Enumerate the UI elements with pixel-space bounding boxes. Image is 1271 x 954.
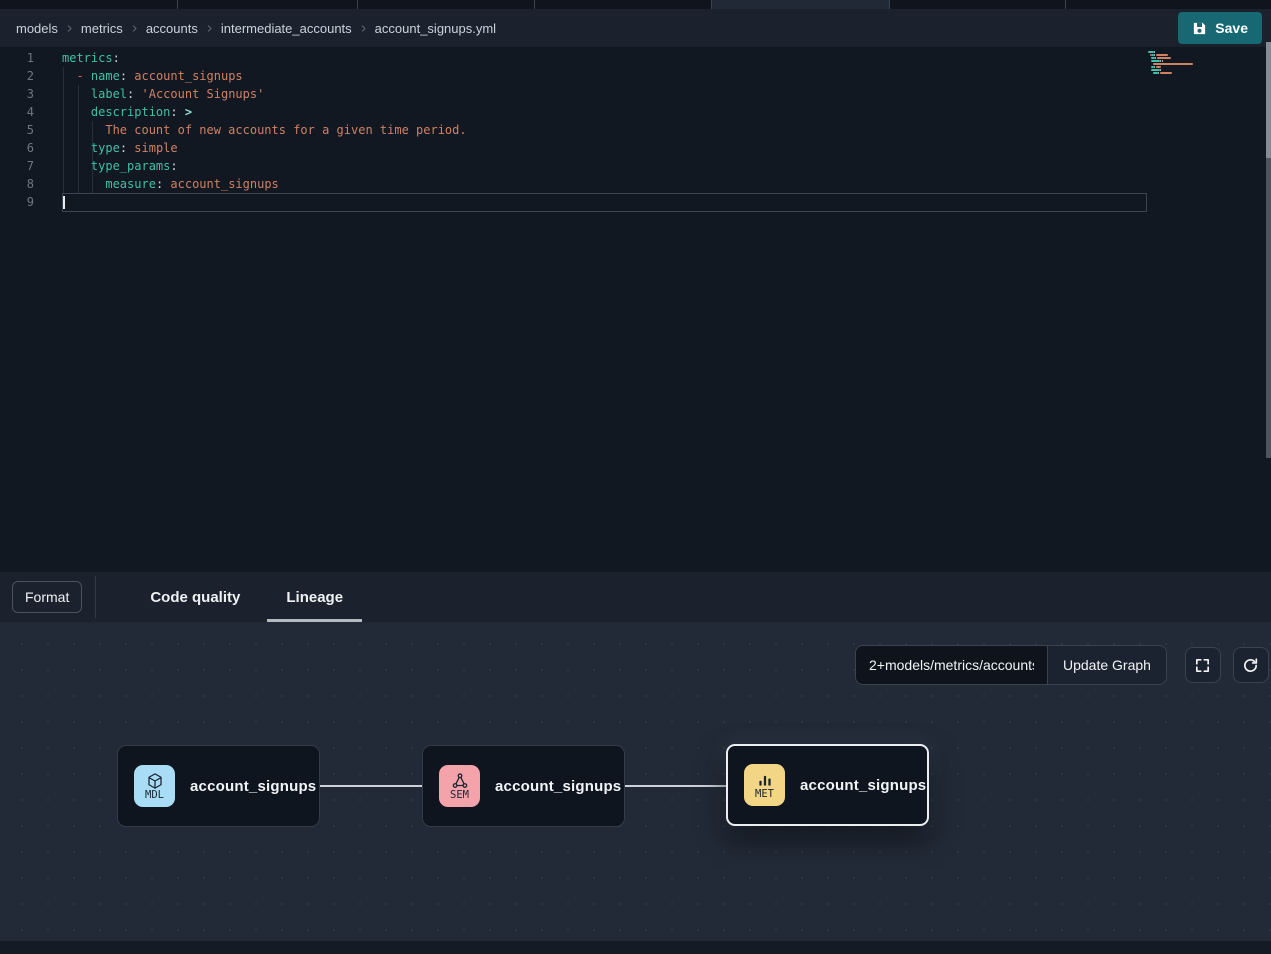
lineage-node-semantic_model[interactable]: SEM account_signups bbox=[422, 745, 625, 827]
file-tab[interactable] bbox=[0, 0, 178, 9]
tab-lineage[interactable]: Lineage bbox=[265, 572, 364, 622]
code-line[interactable]: 6 type: simple bbox=[0, 139, 1271, 157]
lineage-node-model[interactable]: MDL account_signups bbox=[117, 745, 320, 827]
code-line[interactable]: 3 label: 'Account Signups' bbox=[0, 85, 1271, 103]
format-button[interactable]: Format bbox=[12, 581, 82, 613]
code-text: label: 'Account Signups' bbox=[62, 85, 264, 103]
node-badge: SEM bbox=[439, 765, 480, 807]
node-label: account_signups bbox=[495, 778, 621, 795]
lineage-toolbar: Update Graph bbox=[855, 645, 1269, 685]
code-line[interactable]: 2 - name: account_signups bbox=[0, 67, 1271, 85]
model-selector-input[interactable] bbox=[856, 646, 1047, 684]
line-number: 6 bbox=[0, 139, 34, 157]
save-button[interactable]: Save bbox=[1178, 12, 1262, 44]
lineage-edge bbox=[625, 785, 727, 787]
line-number: 5 bbox=[0, 121, 34, 139]
bottom-panel-tabs: Format Code qualityLineage bbox=[0, 572, 1271, 622]
node-label: account_signups bbox=[190, 778, 316, 795]
line-number: 8 bbox=[0, 175, 34, 193]
code-line[interactable]: 4 description: > bbox=[0, 103, 1271, 121]
code-line[interactable]: 5 The count of new accounts for a given … bbox=[0, 121, 1271, 139]
code-editor[interactable]: 1metrics:2 - name: account_signups3 labe… bbox=[0, 47, 1271, 572]
node-badge-label: SEM bbox=[450, 790, 469, 801]
breadcrumb-item: accounts bbox=[146, 21, 198, 36]
cube-icon bbox=[146, 772, 164, 790]
code-text: description: > bbox=[62, 103, 192, 121]
node-badge-label: MDL bbox=[145, 790, 164, 801]
panel-divider bbox=[95, 576, 96, 618]
text-cursor bbox=[63, 196, 65, 209]
code-text: metrics: bbox=[62, 49, 120, 67]
file-tab[interactable] bbox=[358, 0, 535, 9]
file-tab[interactable] bbox=[890, 0, 1066, 9]
breadcrumb-item: metrics bbox=[81, 21, 123, 36]
line-number: 9 bbox=[0, 193, 34, 211]
node-badge: MET bbox=[744, 764, 785, 806]
fullscreen-icon bbox=[1194, 657, 1211, 674]
save-icon bbox=[1192, 21, 1207, 36]
semantic-network-icon bbox=[451, 772, 469, 790]
editor-scrollbar[interactable] bbox=[1266, 42, 1271, 458]
lineage-canvas[interactable]: Update Graph MDLaccount_signupsSEMaccou bbox=[0, 622, 1271, 941]
file-tab-active[interactable] bbox=[712, 0, 890, 9]
selector-group: Update Graph bbox=[855, 645, 1167, 685]
code-line[interactable]: 7 type_params: bbox=[0, 157, 1271, 175]
chevron-right-icon bbox=[359, 24, 368, 33]
code-line[interactable]: 8 measure: account_signups bbox=[0, 175, 1271, 193]
breadcrumb-item: intermediate_accounts bbox=[221, 21, 352, 36]
chevron-right-icon bbox=[205, 24, 214, 33]
update-graph-button[interactable]: Update Graph bbox=[1047, 646, 1166, 684]
fullscreen-button[interactable] bbox=[1185, 647, 1221, 683]
file-tab[interactable] bbox=[178, 0, 358, 9]
active-line-highlight bbox=[62, 193, 1147, 212]
status-strip bbox=[0, 941, 1271, 954]
code-text: type_params: bbox=[62, 157, 178, 175]
panel-tab-list: Code qualityLineage bbox=[129, 572, 364, 622]
code-text: - name: account_signups bbox=[62, 67, 243, 85]
ide-screen: models metrics accounts intermediate_accoun… bbox=[0, 0, 1271, 954]
refresh-button[interactable] bbox=[1233, 647, 1269, 683]
node-label: account_signups bbox=[800, 777, 926, 794]
lineage-edge bbox=[320, 785, 422, 787]
code-text: The count of new accounts for a given ti… bbox=[62, 121, 467, 139]
breadcrumb-bar: models metrics accounts intermediate_accoun… bbox=[0, 9, 1271, 47]
code-text: measure: account_signups bbox=[62, 175, 279, 193]
node-badge-label: MET bbox=[755, 789, 774, 800]
bar-chart-icon bbox=[756, 771, 774, 789]
code-line[interactable]: 1 metrics: bbox=[0, 49, 1271, 67]
breadcrumb-item: account_signups.yml bbox=[375, 21, 496, 36]
node-badge: MDL bbox=[134, 765, 175, 807]
save-button-label: Save bbox=[1215, 20, 1248, 36]
file-tab[interactable] bbox=[535, 0, 712, 9]
minimap[interactable] bbox=[1148, 49, 1212, 75]
refresh-icon bbox=[1242, 657, 1259, 674]
file-tab-strip bbox=[0, 0, 1271, 9]
breadcrumb-item: models bbox=[16, 21, 58, 36]
line-number: 3 bbox=[0, 85, 34, 103]
line-number: 1 bbox=[0, 49, 34, 67]
breadcrumb: models metrics accounts intermediate_accoun… bbox=[16, 21, 496, 36]
chevron-right-icon bbox=[130, 24, 139, 33]
code-text: type: simple bbox=[62, 139, 178, 157]
file-tab[interactable] bbox=[1066, 0, 1271, 9]
tab-code-quality[interactable]: Code quality bbox=[129, 572, 261, 622]
line-number: 7 bbox=[0, 157, 34, 175]
scrollbar-thumb[interactable] bbox=[1266, 42, 1271, 158]
chevron-right-icon bbox=[65, 24, 74, 33]
line-number: 4 bbox=[0, 103, 34, 121]
lineage-node-metric[interactable]: MET account_signups bbox=[726, 744, 929, 826]
line-number: 2 bbox=[0, 67, 34, 85]
